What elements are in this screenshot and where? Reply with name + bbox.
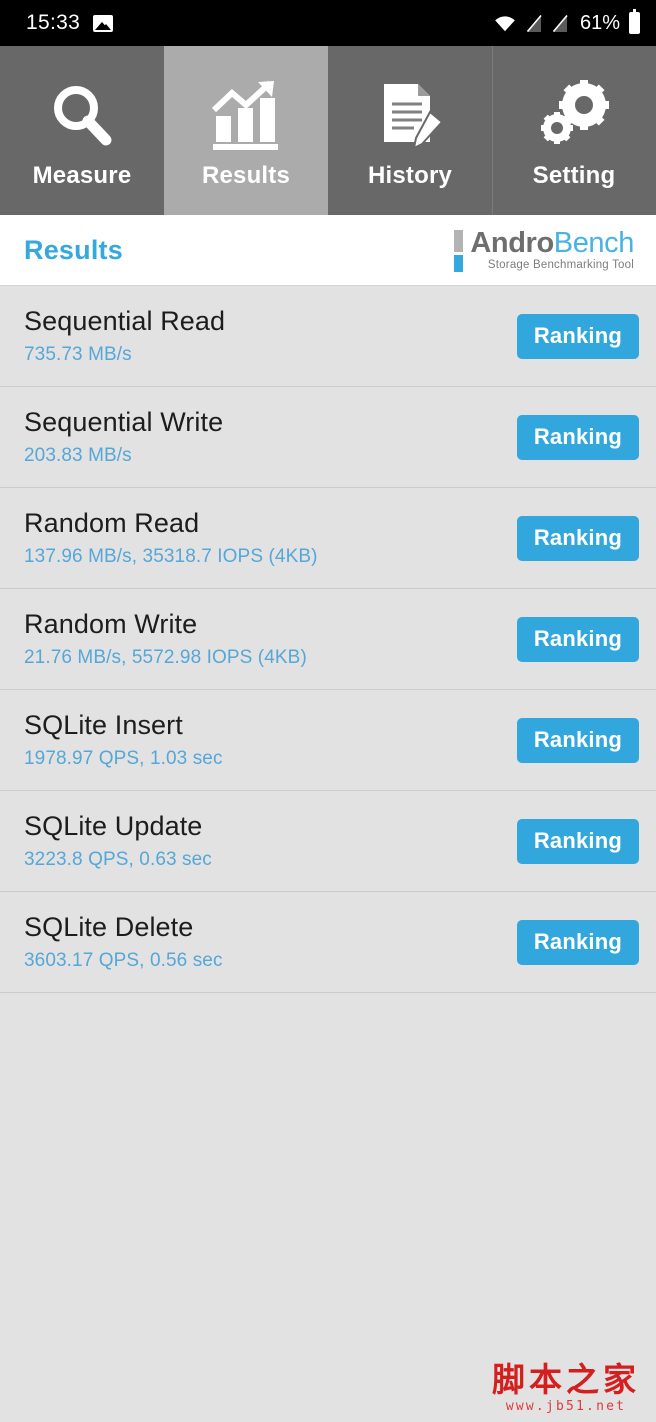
result-name: Random Write	[24, 608, 198, 639]
watermark-url: www.jb51.net	[505, 1399, 627, 1414]
battery-icon	[629, 9, 640, 34]
clock-time: 15:33	[26, 11, 81, 34]
tab-measure[interactable]: Measure	[0, 46, 164, 215]
document-pencil-icon	[374, 78, 446, 154]
no-sim-icon	[526, 14, 543, 33]
ranking-button[interactable]: Ranking	[516, 818, 639, 864]
result-name: SQLite Insert	[24, 709, 183, 740]
tab-history-label: History	[367, 161, 453, 189]
row-text-group: SQLite Insert 1978.97 QPS, 1.03 sec	[24, 710, 223, 770]
logo-bar-mark	[454, 230, 464, 272]
result-name: SQLite Delete	[24, 911, 194, 942]
logo-word-andro: Andro	[470, 226, 554, 259]
ranking-button[interactable]: Ranking	[516, 313, 639, 359]
tab-history[interactable]: History	[328, 46, 492, 215]
table-row[interactable]: SQLite Insert 1978.97 QPS, 1.03 sec Rank…	[0, 690, 656, 791]
ranking-button[interactable]: Ranking	[516, 717, 639, 763]
result-value: 1978.97 QPS, 1.03 sec	[24, 748, 223, 770]
page-header: Results AndroBench Storage Benchmarking …	[0, 215, 656, 286]
site-watermark: 脚本之家 www.jb51.net	[492, 1363, 640, 1414]
table-row[interactable]: Random Write 21.76 MB/s, 5572.98 IOPS (4…	[0, 589, 656, 690]
result-value: 3603.17 QPS, 0.56 sec	[24, 950, 223, 972]
tab-results-label: Results	[201, 161, 291, 189]
result-value: 21.76 MB/s, 5572.98 IOPS (4KB)	[24, 647, 307, 669]
result-name: Sequential Write	[24, 406, 224, 437]
logo-text-group: AndroBench Storage Benchmarking Tool	[470, 228, 634, 272]
magnifier-icon	[46, 78, 118, 154]
result-value: 137.96 MB/s, 35318.7 IOPS (4KB)	[24, 546, 318, 568]
table-row[interactable]: SQLite Delete 3603.17 QPS, 0.56 sec Rank…	[0, 892, 656, 993]
battery-percent-label: 61%	[579, 11, 620, 34]
no-sim-icon	[552, 14, 569, 33]
bar-chart-icon	[208, 78, 284, 154]
table-row[interactable]: SQLite Update 3223.8 QPS, 0.63 sec Ranki…	[0, 791, 656, 892]
status-bar-left: 15:33	[26, 11, 114, 35]
status-bar: 15:33 61%	[0, 0, 656, 46]
row-text-group: Sequential Write 203.83 MB/s	[24, 407, 223, 467]
ranking-button[interactable]: Ranking	[516, 515, 639, 561]
status-bar-right: 61%	[493, 9, 640, 35]
ranking-button[interactable]: Ranking	[516, 616, 639, 662]
logo-bar-gray	[454, 230, 464, 252]
ranking-button[interactable]: Ranking	[516, 414, 639, 460]
logo-wordmark: AndroBench	[470, 226, 635, 259]
photo-icon	[93, 14, 114, 32]
androbench-logo: AndroBench Storage Benchmarking Tool	[454, 228, 634, 272]
gears-icon	[536, 78, 612, 154]
result-value: 3223.8 QPS, 0.63 sec	[24, 849, 212, 871]
row-text-group: Random Write 21.76 MB/s, 5572.98 IOPS (4…	[24, 609, 307, 669]
row-text-group: SQLite Delete 3603.17 QPS, 0.56 sec	[24, 912, 223, 972]
watermark-text: 脚本之家	[492, 1360, 640, 1399]
table-row[interactable]: Random Read 137.96 MB/s, 35318.7 IOPS (4…	[0, 488, 656, 589]
table-row[interactable]: Sequential Write 203.83 MB/s Ranking	[0, 387, 656, 488]
result-name: Random Read	[24, 507, 200, 538]
table-row[interactable]: Sequential Read 735.73 MB/s Ranking	[0, 286, 656, 387]
row-text-group: SQLite Update 3223.8 QPS, 0.63 sec	[24, 811, 212, 871]
results-list: Sequential Read 735.73 MB/s Ranking Sequ…	[0, 286, 656, 1422]
tab-setting[interactable]: Setting	[492, 46, 656, 215]
androbench-app: 15:33 61% Measure Results History Settin…	[0, 0, 656, 1422]
logo-bar-blue	[454, 254, 464, 272]
row-text-group: Random Read 137.96 MB/s, 35318.7 IOPS (4…	[24, 508, 318, 568]
result-name: Sequential Read	[24, 305, 226, 336]
tab-results[interactable]: Results	[164, 46, 328, 215]
result-value: 203.83 MB/s	[24, 445, 132, 467]
tab-measure-label: Measure	[32, 161, 132, 189]
main-tab-bar: Measure Results History Setting	[0, 46, 656, 215]
logo-subtitle: Storage Benchmarking Tool	[487, 259, 634, 272]
row-text-group: Sequential Read 735.73 MB/s	[24, 306, 225, 366]
wifi-icon	[493, 14, 517, 32]
logo-word-bench: Bench	[553, 226, 635, 259]
ranking-button[interactable]: Ranking	[516, 919, 639, 965]
page-title: Results	[24, 234, 123, 265]
tab-setting-label: Setting	[532, 161, 616, 189]
result-name: SQLite Update	[24, 810, 203, 841]
result-value: 735.73 MB/s	[24, 344, 132, 366]
